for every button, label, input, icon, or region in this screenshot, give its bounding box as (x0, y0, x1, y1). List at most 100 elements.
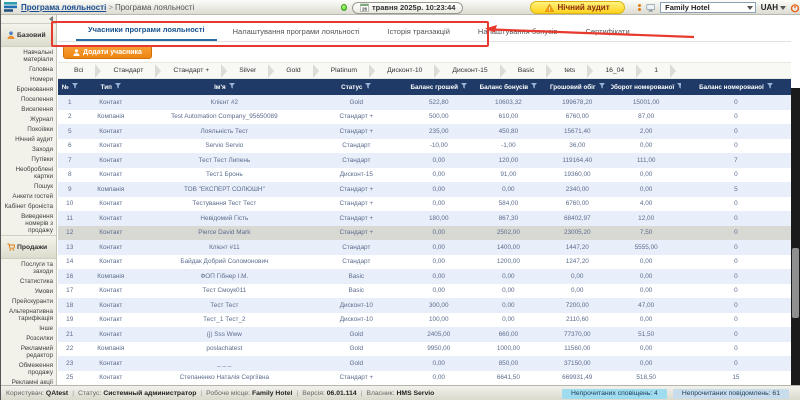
table-row[interactable]: 6КонтактServio ServioСтандарт-10,00-1,00… (58, 139, 791, 154)
sidebar-item[interactable]: Виселення (1, 104, 56, 114)
breadcrumb-link[interactable]: Програма лояльності (21, 3, 106, 12)
sidebar-item[interactable]: Навчальні матеріали (1, 47, 56, 64)
datetime-widget[interactable]: 26 травня 2025р. 10:23:44 (352, 2, 463, 14)
sidebar-item[interactable]: Журнал (1, 114, 56, 124)
tab-4[interactable]: Налаштування бонусів (466, 21, 570, 41)
cell: Дисконт-10 (309, 316, 404, 323)
unread-notifications-badge[interactable]: Непрочитаних сповіщень: 4 (562, 389, 667, 399)
sidebar-item[interactable]: Номери (1, 74, 56, 84)
sidebar-item[interactable]: Розсилки (1, 333, 56, 343)
table-row[interactable]: 11КонтактНевідомий ГістьСтандарт +180,00… (58, 211, 791, 226)
cell: -1,00 (474, 142, 544, 149)
filter-item[interactable]: 16_04 (593, 67, 636, 74)
filter-item[interactable]: Silver (227, 67, 268, 74)
sidebar-item[interactable]: Бронювання (1, 84, 56, 94)
splitter-dots-icon[interactable] (638, 4, 641, 11)
sidebar-item[interactable]: Прейскуранти (1, 296, 56, 306)
filter-funnel-icon[interactable] (365, 83, 371, 91)
table-row[interactable]: 12КонтактPierce David MarkСтандарт +0,00… (58, 226, 791, 241)
filter-funnel-icon[interactable] (599, 83, 605, 91)
table-row[interactable]: 17КонтактТест Смоук011Basic0,000,000,000… (58, 284, 791, 299)
table-row[interactable]: 19КонтактТест_1 Тест_2Дисконт-10100,000,… (58, 313, 791, 328)
tab-5[interactable]: Сертифікати (574, 21, 642, 41)
column-header[interactable]: Баланс номерованої (681, 79, 791, 95)
sidebar-item[interactable]: Головна (1, 64, 56, 74)
table-row[interactable]: 18КонтактТест ТестДисконт-10300,000,0072… (58, 298, 791, 313)
tab-3[interactable]: Історія транзакцій (376, 21, 462, 41)
add-participant-button[interactable]: Додати учасника (63, 45, 152, 59)
currency-select[interactable]: UAH (761, 3, 786, 12)
sidebar-item[interactable]: Заходи (1, 144, 56, 154)
filter-item[interactable]: Стандарт (101, 67, 155, 74)
filter-item[interactable]: tets (552, 67, 587, 74)
sidebar-item[interactable]: Нічний аудит (1, 134, 56, 144)
filter-item[interactable]: Basic (506, 67, 547, 74)
sidebar-item[interactable]: Рекламні акції (1, 377, 56, 385)
table-row[interactable]: 13КонтактКлієнт #11Стандарт0,001400,0014… (58, 240, 791, 255)
column-header[interactable]: Баланс бонусів (474, 79, 544, 95)
tab-2[interactable]: Налаштування програми лояльності (221, 21, 372, 41)
cell: 0 (681, 113, 791, 120)
sidebar-item[interactable]: Покоївки (1, 124, 56, 134)
table-row[interactable]: 16КомпаніяФОП Гібнер І.М.Basic0,000,000,… (58, 269, 791, 284)
sidebar-item[interactable]: Статистика (1, 276, 56, 286)
sidebar-item[interactable]: Інше (1, 323, 56, 333)
table-row[interactable]: 8КонтактТест1 БроньДисконт-150,0091,0019… (58, 168, 791, 183)
filter-funnel-icon[interactable] (767, 83, 773, 91)
sidebar-item[interactable]: Путівки (1, 154, 56, 164)
workstation-icon[interactable] (646, 3, 656, 13)
filter-item[interactable]: Дисконт-10 (375, 67, 434, 74)
sidebar-section-1[interactable]: Базовий (1, 23, 56, 47)
filter-item[interactable]: Platinum (319, 67, 369, 74)
table-row[interactable]: 23Контакт_ _ _Gold0,00850,0037150,000,00… (58, 356, 791, 371)
sidebar-item[interactable]: Умови (1, 286, 56, 296)
table-row[interactable]: 22КомпаніяposlachatestGold9950,001000,00… (58, 342, 791, 357)
table-row[interactable]: 1КонтактКлієнт #2Gold522,8010603,3219967… (58, 95, 791, 110)
table-row[interactable]: 14КонтактБайдак Добрий СоломоновичСтанда… (58, 255, 791, 270)
table-row[interactable]: 2КомпаніяTest Automation Company_9565008… (58, 110, 791, 125)
filter-funnel-icon[interactable] (229, 83, 235, 91)
column-header[interactable]: Тип (81, 79, 140, 95)
column-header[interactable]: № (58, 79, 81, 95)
scrollbar-thumb[interactable] (792, 248, 799, 318)
table-row[interactable]: 25КонтактСтепаненко Наталія СергіївнаСта… (58, 371, 791, 386)
filter-item[interactable]: Gold (274, 67, 312, 74)
night-audit-button[interactable]: ! Нічний аудит (530, 1, 624, 14)
sidebar-item[interactable]: Пошук (1, 181, 56, 191)
column-header[interactable]: Ім'я (140, 79, 309, 95)
table-row[interactable]: 9КомпаніяТОВ "ЕКСПЕРТ СОЛЮШН"Стандарт +0… (58, 182, 791, 197)
column-header[interactable]: Баланс грошей (404, 79, 474, 95)
cell: Контакт (81, 128, 140, 135)
sidebar-item[interactable]: Необроблені картки (1, 164, 56, 181)
filter-item[interactable]: 1 (642, 67, 670, 74)
table-row[interactable]: 7КонтактТест Тест ЛипеньСтандарт0,00120,… (58, 153, 791, 168)
filter-funnel-icon[interactable] (115, 83, 121, 91)
filter-funnel-icon[interactable] (72, 83, 78, 91)
sidebar-item[interactable]: Кабінет броніста (1, 201, 56, 211)
sidebar-item[interactable]: Виведення номерів з продажу (1, 211, 56, 235)
filter-item[interactable]: Дисконт-15 (440, 67, 499, 74)
sidebar-item[interactable]: Анкети гостей (1, 191, 56, 201)
filter-item[interactable]: Всі (62, 67, 95, 74)
unread-messages-badge[interactable]: Непрочитаних повідомлень: 61 (673, 389, 789, 399)
sidebar-item[interactable]: Альтернативна тарифікація (1, 306, 56, 323)
vertical-scrollbar[interactable] (791, 88, 800, 400)
sidebar-item[interactable]: Послуги та заходи (1, 259, 56, 276)
filter-item[interactable]: Стандарт + (161, 67, 221, 74)
tab-1[interactable]: Учасники програми лояльності (76, 19, 217, 41)
hotel-select[interactable]: Family Hotel (660, 2, 756, 13)
sidebar-item[interactable]: Рекламний редактор (1, 343, 56, 360)
column-header[interactable]: Оборот номерованої (611, 79, 681, 95)
sidebar-section-2[interactable]: Продажи (1, 235, 56, 259)
column-header[interactable]: Статус (309, 79, 404, 95)
table-row[interactable]: 5КонтактЛояльність ТестСтандарт +235,004… (58, 124, 791, 139)
column-header[interactable]: Грошовий обіг (543, 79, 611, 95)
power-icon[interactable] (791, 3, 799, 13)
sidebar-item[interactable]: Обмеження продажу (1, 360, 56, 377)
table-row[interactable]: 21Контакт(j) Sss WwwGold2405,00660,00773… (58, 327, 791, 342)
sidebar-item[interactable]: Поселення (1, 94, 56, 104)
table-row[interactable]: 10КонтактТестування Тест ТестСтандарт +0… (58, 197, 791, 212)
filter-funnel-icon[interactable] (531, 83, 537, 91)
filter-funnel-icon[interactable] (461, 83, 467, 91)
sidebar-collapse-icon[interactable] (49, 16, 53, 22)
